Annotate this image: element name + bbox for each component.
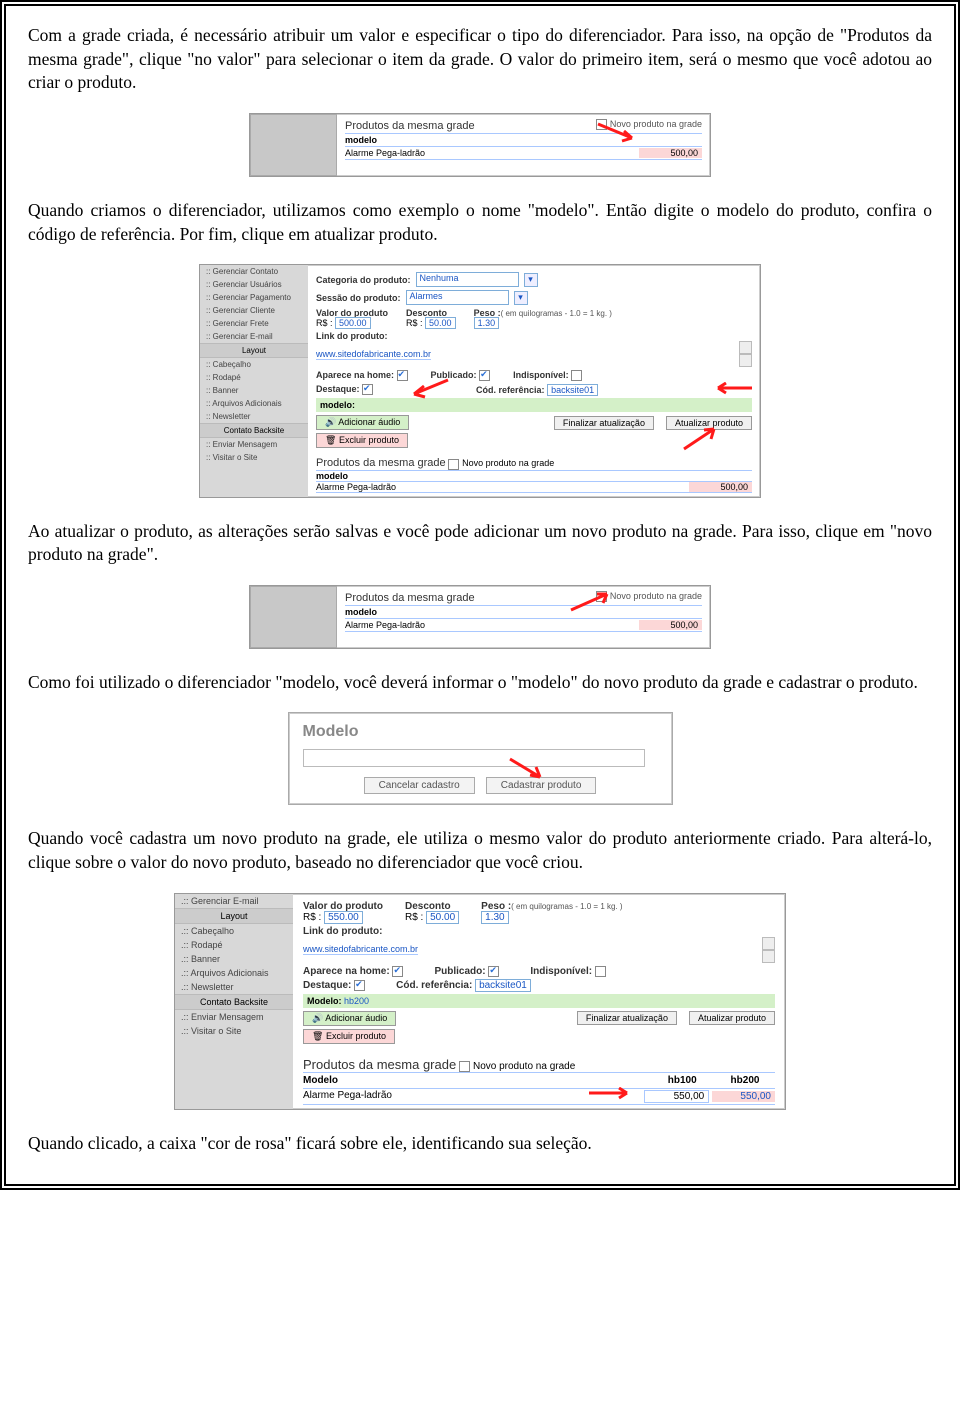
product-link-input[interactable]: www.sitedofabricante.com.br	[303, 944, 418, 955]
sidebar-item[interactable]: :: Gerenciar Frete	[200, 317, 308, 330]
sidebar-group: Contato Backsite	[175, 994, 293, 1010]
paragraph-2: Quando criamos o diferenciador, utilizam…	[28, 199, 932, 246]
sidebar-item[interactable]: :: Visitar o Site	[200, 451, 308, 464]
sidebar-group: Layout	[200, 343, 308, 358]
thumbnail-placeholder	[250, 114, 337, 176]
sidebar-item[interactable]: .:: Banner	[175, 952, 293, 966]
arrow-icon	[710, 382, 756, 400]
grade-col: hb100	[652, 1075, 712, 1086]
arrow-icon	[678, 425, 722, 455]
published-checkbox[interactable]	[488, 966, 499, 977]
modelo-bar: Modelo: hb200	[303, 994, 775, 1008]
reference-input[interactable]: backsite01	[475, 979, 531, 992]
arrow-icon	[592, 120, 642, 151]
sidebar-item[interactable]: .:: Enviar Mensagem	[175, 1010, 293, 1024]
new-product-link[interactable]: Novo produto na grade	[459, 1061, 575, 1072]
price-input[interactable]: 550.00	[324, 911, 363, 924]
grade-title: Produtos da mesma grade	[316, 457, 446, 469]
highlight-checkbox[interactable]	[354, 980, 365, 991]
sidebar-item[interactable]: .:: Gerenciar E-mail	[175, 894, 293, 908]
update-product-button[interactable]: Atualizar produto	[689, 1011, 775, 1025]
grade-price-cell[interactable]: 550,00	[644, 1090, 709, 1103]
paragraph-5: Quando você cadastra um novo produto na …	[28, 827, 932, 874]
home-checkbox[interactable]	[392, 966, 403, 977]
modelo-input[interactable]	[303, 749, 646, 767]
paragraph-6: Quando clicado, a caixa "cor de rosa" fi…	[28, 1132, 932, 1156]
weight-input[interactable]: 1.30	[474, 317, 500, 329]
grade-item-name: Alarme Pega-ladrão	[303, 1090, 392, 1103]
paragraph-1: Com a grade criada, é necessário atribui…	[28, 24, 932, 95]
arrow-icon	[585, 1087, 635, 1104]
grade-title: Produtos da mesma grade	[345, 116, 475, 133]
grade-item-price[interactable]: 500,00	[639, 148, 702, 158]
session-select[interactable]: Alarmes	[406, 290, 509, 305]
arrow-icon	[504, 755, 548, 786]
grade-diff-header: modelo	[345, 134, 702, 147]
grade-title: Produtos da mesma grade	[345, 588, 475, 605]
sidebar-item[interactable]: .:: Cabeçalho	[175, 924, 293, 938]
sidebar-item[interactable]: :: Gerenciar E-mail	[200, 330, 308, 343]
figure-4-modelo-dialog: Modelo Cancelar cadastro Cadastrar produ…	[28, 712, 932, 805]
collapse-icon[interactable]	[762, 950, 775, 963]
category-select[interactable]: Nenhuma	[416, 272, 519, 287]
sidebar-item[interactable]: :: Gerenciar Pagamento	[200, 291, 308, 304]
finalize-button[interactable]: Finalizar atualização	[577, 1011, 677, 1025]
chevron-down-icon[interactable]: ▾	[524, 273, 538, 287]
sidebar-item[interactable]: :: Banner	[200, 384, 308, 397]
sidebar-item[interactable]: :: Gerenciar Cliente	[200, 304, 308, 317]
highlight-checkbox[interactable]	[362, 384, 373, 395]
published-checkbox[interactable]	[479, 370, 490, 381]
figure-2-admin: :: Gerenciar Contato :: Gerenciar Usuári…	[28, 264, 932, 497]
delete-product-button[interactable]: 🗑 Excluir produto	[303, 1029, 395, 1044]
grade-title: Produtos da mesma grade	[303, 1057, 456, 1072]
dialog-title: Modelo	[303, 723, 658, 741]
sidebar-item[interactable]: :: Gerenciar Contato	[200, 265, 308, 278]
sidebar-item[interactable]: .:: Newsletter	[175, 980, 293, 994]
sidebar-item[interactable]: :: Cabeçalho	[200, 358, 308, 371]
reference-input[interactable]: backsite01	[547, 384, 598, 396]
modelo-bar: modelo:	[316, 398, 752, 412]
unavailable-checkbox[interactable]	[595, 966, 606, 977]
cancel-button[interactable]: Cancelar cadastro	[364, 777, 475, 794]
sidebar-group: Layout	[175, 908, 293, 924]
grade-col: hb200	[715, 1075, 775, 1086]
figure-3-grade-box: Produtos da mesma grade Novo produto na …	[28, 585, 932, 649]
expand-icon[interactable]	[762, 937, 775, 950]
chevron-down-icon[interactable]: ▾	[514, 291, 528, 305]
new-product-link[interactable]: Novo produto na grade	[448, 458, 554, 468]
sidebar-item[interactable]: :: Arquivos Adicionais	[200, 397, 308, 410]
grade-price-cell-selected[interactable]: 550,00	[712, 1091, 775, 1102]
sidebar-item[interactable]: .:: Arquivos Adicionais	[175, 966, 293, 980]
figure-5-admin: .:: Gerenciar E-mail Layout .:: Cabeçalh…	[28, 893, 932, 1110]
sidebar-item[interactable]: .:: Visitar o Site	[175, 1024, 293, 1038]
arrow-icon	[565, 590, 615, 619]
add-audio-button[interactable]: 🔊 Adicionar áudio	[303, 1011, 396, 1026]
sidebar-item[interactable]: :: Rodapé	[200, 371, 308, 384]
finalize-button[interactable]: Finalizar atualização	[554, 416, 654, 430]
sidebar-item[interactable]: :: Enviar Mensagem	[200, 438, 308, 451]
paragraph-3: Ao atualizar o produto, as alterações se…	[28, 520, 932, 567]
grade-item-name: Alarme Pega-ladrão	[345, 148, 425, 158]
collapse-icon[interactable]	[739, 354, 752, 367]
unavailable-checkbox[interactable]	[571, 370, 582, 381]
add-audio-button[interactable]: 🔊 Adicionar áudio	[316, 415, 409, 430]
sidebar-group: Contato Backsite	[200, 423, 308, 438]
product-link-input[interactable]: www.sitedofabricante.com.br	[316, 349, 431, 360]
thumbnail-placeholder	[250, 586, 337, 648]
delete-product-button[interactable]: 🗑 Excluir produto	[316, 433, 408, 448]
discount-input[interactable]: 50.00	[426, 911, 459, 924]
sidebar-item[interactable]: .:: Rodapé	[175, 938, 293, 952]
sidebar-item[interactable]: :: Gerenciar Usuários	[200, 278, 308, 291]
arrow-icon	[406, 378, 452, 402]
figure-1-grade-box: Produtos da mesma grade Novo produto na …	[28, 113, 932, 177]
price-input[interactable]: 500.00	[335, 317, 371, 329]
expand-icon[interactable]	[739, 341, 752, 354]
paragraph-4: Como foi utilizado o diferenciador "mode…	[28, 671, 932, 695]
weight-input[interactable]: 1.30	[481, 911, 508, 924]
discount-input[interactable]: 50.00	[425, 317, 456, 329]
sidebar-item[interactable]: :: Newsletter	[200, 410, 308, 423]
grade-diff-header: Modelo	[303, 1075, 338, 1086]
grade-item-price[interactable]: 500,00	[639, 620, 702, 630]
grade-item-price[interactable]: 500,00	[689, 482, 752, 492]
